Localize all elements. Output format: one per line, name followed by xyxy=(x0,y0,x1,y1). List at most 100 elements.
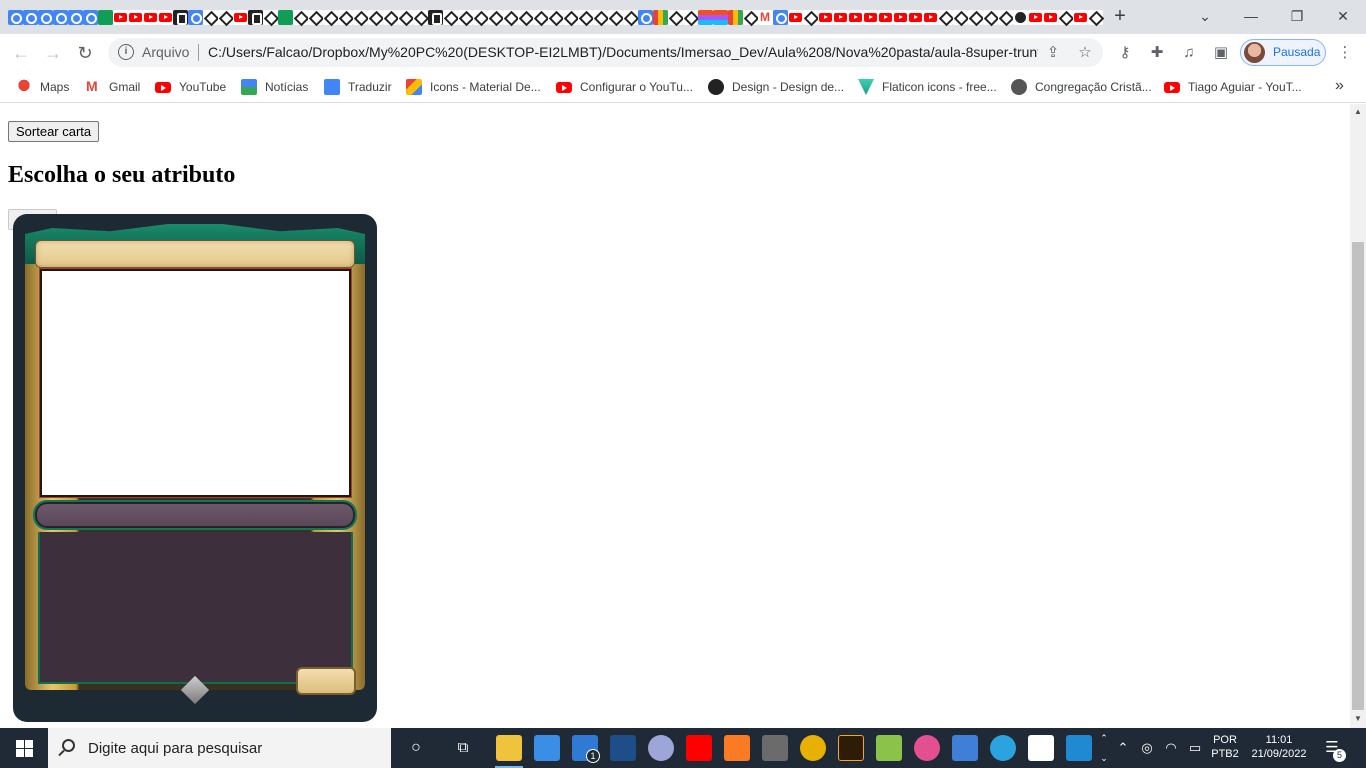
tab-60-favicon[interactable] xyxy=(908,9,923,25)
tab-21-favicon[interactable] xyxy=(323,9,338,25)
bookmark-item[interactable]: Design - Design de... xyxy=(708,77,844,97)
tab-1-favicon[interactable] xyxy=(23,9,38,25)
close-button[interactable]: ✕ xyxy=(1332,5,1354,27)
tab-40-favicon[interactable] xyxy=(608,9,623,25)
show-hidden-icons[interactable]: ⌃ xyxy=(1115,740,1131,756)
bookmark-item[interactable]: Configurar o YouTu... xyxy=(556,77,693,97)
tab-27-favicon[interactable] xyxy=(413,9,428,25)
tab-59-favicon[interactable] xyxy=(893,9,908,25)
page-scrollbar[interactable]: ▲ ▼ xyxy=(1350,104,1366,728)
tab-28-favicon[interactable] xyxy=(428,9,443,25)
tab-7-favicon[interactable] xyxy=(113,9,128,25)
tab-56-favicon[interactable] xyxy=(848,9,863,25)
tab-9-favicon[interactable] xyxy=(143,9,158,25)
network-app-icon[interactable] xyxy=(952,735,978,761)
tab-43-favicon[interactable] xyxy=(653,9,668,25)
tab-23-favicon[interactable] xyxy=(353,9,368,25)
bookmark-item[interactable]: Flaticon icons - free... xyxy=(858,77,997,97)
bookmark-item[interactable]: YouTube xyxy=(155,77,226,97)
back-button[interactable]: ← xyxy=(8,40,34,66)
tab-50-favicon[interactable] xyxy=(758,9,773,25)
tab-3-favicon[interactable] xyxy=(53,9,68,25)
bookmark-item[interactable]: Congregação Cristã... xyxy=(1011,77,1152,97)
key-icon[interactable]: ⚷ xyxy=(1115,43,1135,63)
tab-44-favicon[interactable] xyxy=(668,9,683,25)
profile-button[interactable]: Pausada xyxy=(1240,39,1326,66)
xampp-icon[interactable] xyxy=(724,735,750,761)
menu-icon[interactable]: ⋮ xyxy=(1335,43,1355,63)
tab-33-favicon[interactable] xyxy=(503,9,518,25)
tab-41-favicon[interactable] xyxy=(623,9,638,25)
language-indicator[interactable]: POR PTB2 xyxy=(1206,733,1244,761)
tab-72-favicon[interactable] xyxy=(1088,9,1103,25)
tab-64-favicon[interactable] xyxy=(968,9,983,25)
info-icon[interactable]: i xyxy=(118,44,134,60)
paint-icon[interactable] xyxy=(648,735,674,761)
tab-47-favicon[interactable] xyxy=(713,9,728,25)
tray-down-icon[interactable]: ⌄ xyxy=(1096,750,1112,766)
scroll-thumb[interactable] xyxy=(1352,242,1364,710)
forward-button[interactable]: → xyxy=(40,40,66,66)
tab-22-favicon[interactable] xyxy=(338,9,353,25)
tab-48-favicon[interactable] xyxy=(728,9,743,25)
battery-icon[interactable]: ▭ xyxy=(1187,740,1203,756)
sortear-carta-button[interactable]: Sortear carta xyxy=(8,121,100,142)
store-icon[interactable] xyxy=(534,735,560,761)
tab-10-favicon[interactable] xyxy=(158,9,173,25)
tab-4-favicon[interactable] xyxy=(68,9,83,25)
bookmarks-overflow-button[interactable]: » xyxy=(1335,77,1344,95)
scroll-down-icon[interactable]: ▼ xyxy=(1353,714,1363,724)
clock[interactable]: 11:01 21/09/2022 xyxy=(1244,733,1314,761)
tab-16-favicon[interactable] xyxy=(248,9,263,25)
tab-53-favicon[interactable] xyxy=(803,9,818,25)
restore-button[interactable]: ❐ xyxy=(1286,5,1308,27)
tab-71-favicon[interactable] xyxy=(1073,9,1088,25)
tab-58-favicon[interactable] xyxy=(878,9,893,25)
meet-icon[interactable]: ◎ xyxy=(1139,740,1155,756)
tab-5-favicon[interactable] xyxy=(83,9,98,25)
tab-search-icon[interactable]: ⌄ xyxy=(1194,5,1216,27)
youtube-app-icon[interactable] xyxy=(686,735,712,761)
tab-2-favicon[interactable] xyxy=(38,9,53,25)
tab-39-favicon[interactable] xyxy=(593,9,608,25)
tab-14-favicon[interactable] xyxy=(218,9,233,25)
wifi-icon[interactable]: ◠ xyxy=(1163,740,1179,756)
tab-69-favicon[interactable] xyxy=(1043,9,1058,25)
tab-36-favicon[interactable] xyxy=(548,9,563,25)
tab-15-favicon[interactable] xyxy=(233,9,248,25)
task-view-icon[interactable]: ⧉ xyxy=(455,740,471,756)
evernote-icon[interactable] xyxy=(1028,735,1054,761)
mail-icon[interactable]: 1 xyxy=(572,735,600,763)
bookmark-item[interactable]: Maps xyxy=(16,77,69,97)
cortana-icon[interactable]: ○ xyxy=(408,740,424,756)
vscode-icon[interactable] xyxy=(1066,735,1092,761)
tab-45-favicon[interactable] xyxy=(683,9,698,25)
tab-51-favicon[interactable] xyxy=(773,9,788,25)
reload-button[interactable]: ↻ xyxy=(72,40,98,66)
tab-66-favicon[interactable] xyxy=(998,9,1013,25)
tray-up-icon[interactable]: ⌃ xyxy=(1096,730,1112,746)
bookmark-item[interactable]: Notícias xyxy=(241,77,308,97)
tab-42-favicon[interactable] xyxy=(638,9,653,25)
tab-46-favicon[interactable] xyxy=(698,9,713,25)
bookmark-star-icon[interactable]: ☆ xyxy=(1076,44,1094,62)
tab-29-favicon[interactable] xyxy=(443,9,458,25)
tab-32-favicon[interactable] xyxy=(488,9,503,25)
tab-24-favicon[interactable] xyxy=(368,9,383,25)
tab-13-favicon[interactable] xyxy=(203,9,218,25)
tab-52-favicon[interactable] xyxy=(788,9,803,25)
url-text[interactable]: C:/Users/Falcao/Dropbox/My%20PC%20(DESKT… xyxy=(208,44,1038,60)
tab-61-favicon[interactable] xyxy=(923,9,938,25)
tab-37-favicon[interactable] xyxy=(563,9,578,25)
tab-63-favicon[interactable] xyxy=(953,9,968,25)
share-icon[interactable]: ⇪ xyxy=(1044,44,1062,62)
tab-34-favicon[interactable] xyxy=(518,9,533,25)
creative-cloud-icon[interactable] xyxy=(914,735,940,761)
tab-68-favicon[interactable] xyxy=(1028,9,1043,25)
scroll-up-icon[interactable]: ▲ xyxy=(1353,107,1363,117)
bookmark-item[interactable]: Traduzir xyxy=(324,77,392,97)
tab-11-favicon[interactable] xyxy=(173,9,188,25)
tab-0-favicon[interactable] xyxy=(8,9,23,25)
app-icon[interactable] xyxy=(800,735,826,761)
tab-67-favicon[interactable] xyxy=(1013,9,1028,25)
